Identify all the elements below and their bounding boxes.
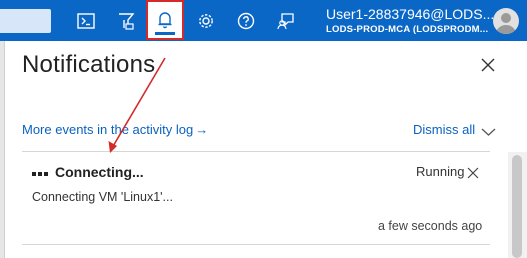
scrollbar[interactable] bbox=[508, 152, 527, 258]
close-panel-button[interactable] bbox=[479, 56, 497, 74]
settings-button[interactable] bbox=[186, 0, 226, 41]
help-button[interactable] bbox=[226, 0, 266, 41]
account-directory: LODS-PROD-MCA (LODSPRODM... bbox=[326, 24, 489, 35]
user-avatar-icon bbox=[496, 13, 516, 34]
notification-time: a few seconds ago bbox=[378, 219, 483, 233]
notifications-button[interactable] bbox=[146, 0, 184, 40]
account-info[interactable]: User1-28837946@LODS... LODS-PROD-MCA (LO… bbox=[326, 6, 494, 36]
notification-status: Running bbox=[416, 164, 465, 179]
close-icon bbox=[481, 58, 495, 72]
divider bbox=[22, 151, 490, 152]
notifications-bell-icon bbox=[158, 12, 172, 29]
active-indicator bbox=[155, 32, 175, 35]
cloud-shell-button[interactable] bbox=[66, 0, 106, 41]
divider bbox=[22, 244, 490, 245]
notification-dismiss-button[interactable] bbox=[467, 166, 479, 179]
top-bar: User1-28837946@LODS... LODS-PROD-MCA (LO… bbox=[0, 0, 527, 41]
notification-description: Connecting VM 'Linux1'... bbox=[32, 190, 173, 204]
panel-title: Notifications bbox=[22, 51, 156, 78]
feedback-button[interactable] bbox=[266, 0, 306, 41]
chevron-down-icon bbox=[481, 128, 496, 136]
settings-gear-icon bbox=[199, 13, 213, 28]
feedback-icon bbox=[277, 12, 294, 29]
progress-dots-icon bbox=[32, 172, 48, 176]
help-icon bbox=[237, 12, 255, 29]
activity-log-link[interactable]: More events in the activity log → bbox=[22, 122, 208, 137]
search-box[interactable] bbox=[0, 9, 51, 33]
arrow-right-icon: → bbox=[195, 122, 209, 137]
activity-log-link-label: More events in the activity log bbox=[22, 122, 194, 137]
notification-title: Connecting... bbox=[55, 164, 144, 180]
expand-toggle[interactable] bbox=[481, 124, 496, 136]
account-user-name: User1-28837946@LODS... bbox=[326, 6, 495, 22]
directory-filter-button[interactable] bbox=[106, 0, 146, 41]
scrollbar-thumb[interactable] bbox=[512, 155, 522, 258]
dismiss-all-button[interactable]: Dismiss all bbox=[413, 122, 475, 137]
panel-edge bbox=[4, 41, 5, 258]
directory-filter-icon bbox=[119, 12, 135, 30]
close-icon bbox=[467, 167, 479, 179]
avatar[interactable] bbox=[493, 8, 519, 34]
cloud-shell-icon bbox=[77, 12, 95, 29]
